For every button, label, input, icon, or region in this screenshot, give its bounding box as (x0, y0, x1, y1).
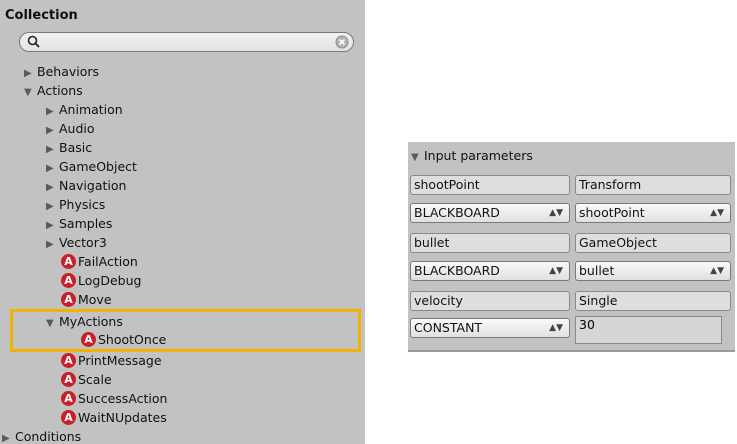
tree-item-navigation[interactable]: ▶ Navigation (46, 176, 126, 195)
param-source-dropdown[interactable]: CONSTANT ▲▼ (410, 318, 570, 338)
tree-item-logdebug[interactable]: A LogDebug (61, 271, 141, 290)
action-icon: A (81, 332, 96, 347)
param-value-number-field[interactable]: 30 (575, 316, 722, 344)
tree-item-myactions[interactable]: ▼ MyActions (46, 312, 123, 331)
tree-item-move[interactable]: A Move (61, 290, 112, 309)
action-icon: A (61, 273, 76, 288)
dropdown-arrows-icon: ▲▼ (710, 208, 724, 218)
action-icon: A (61, 292, 76, 307)
tree-item-printmessage[interactable]: A PrintMessage (61, 351, 162, 370)
action-icon: A (61, 372, 76, 387)
tree-item-behaviors[interactable]: ▶ Behaviors (24, 62, 99, 81)
tree-item-scale[interactable]: A Scale (61, 370, 112, 389)
param-source-dropdown[interactable]: BLACKBOARD ▲▼ (410, 203, 570, 223)
tree-item-actions[interactable]: ▼ Actions (24, 81, 83, 100)
tree-item-waitnupdates[interactable]: A WaitNUpdates (61, 408, 167, 427)
param-value-dropdown[interactable]: bullet ▲▼ (575, 261, 731, 281)
tree-item-samples[interactable]: ▶ Samples (46, 214, 112, 233)
collapsed-arrow-icon[interactable]: ▶ (2, 429, 15, 444)
param-name: bullet (410, 233, 570, 253)
expanded-arrow-icon[interactable]: ▼ (46, 314, 59, 333)
action-icon: A (61, 353, 76, 368)
param-type: Transform (575, 175, 731, 195)
dropdown-arrows-icon: ▲▼ (549, 266, 563, 276)
collection-panel: Collection ▶ Behaviors ▼ Actions ▶ Animatio… (0, 0, 365, 444)
collection-title: Collection (5, 8, 78, 23)
action-icon: A (61, 254, 76, 269)
tree-item-basic[interactable]: ▶ Basic (46, 138, 92, 157)
collapsed-arrow-icon[interactable]: ▶ (46, 235, 59, 254)
expanded-arrow-icon[interactable]: ▼ (24, 83, 37, 102)
tree-item-audio[interactable]: ▶ Audio (46, 119, 95, 138)
tree-item-shootonce[interactable]: A ShootOnce (81, 330, 166, 349)
search-box[interactable] (19, 32, 354, 52)
action-icon: A (61, 391, 76, 406)
clear-search-icon[interactable] (335, 35, 349, 49)
input-parameters-panel: ▼ Input parameters shootPoint Transform B… (408, 142, 735, 352)
dropdown-arrows-icon: ▲▼ (549, 208, 563, 218)
dropdown-arrows-icon: ▲▼ (549, 323, 563, 333)
param-type: Single (575, 291, 731, 311)
tree-item-vector3[interactable]: ▶ Vector3 (46, 233, 107, 252)
tree-item-successaction[interactable]: A SuccessAction (61, 389, 167, 408)
input-parameters-header[interactable]: ▼ Input parameters (411, 148, 533, 163)
param-name: shootPoint (410, 175, 570, 195)
param-source-dropdown[interactable]: BLACKBOARD ▲▼ (410, 261, 570, 281)
expanded-arrow-icon[interactable]: ▼ (411, 152, 424, 163)
param-name: velocity (410, 291, 570, 311)
dropdown-arrows-icon: ▲▼ (710, 266, 724, 276)
action-icon: A (61, 410, 76, 425)
search-icon (27, 35, 40, 48)
tree-item-gameobject[interactable]: ▶ GameObject (46, 157, 137, 176)
param-value-dropdown[interactable]: shootPoint ▲▼ (575, 203, 731, 223)
search-input[interactable] (40, 34, 330, 50)
tree-item-failaction[interactable]: A FailAction (61, 252, 138, 271)
tree-item-physics[interactable]: ▶ Physics (46, 195, 105, 214)
param-type: GameObject (575, 233, 731, 253)
tree-item-animation[interactable]: ▶ Animation (46, 100, 123, 119)
tree-item-conditions[interactable]: ▶ Conditions (2, 427, 81, 444)
